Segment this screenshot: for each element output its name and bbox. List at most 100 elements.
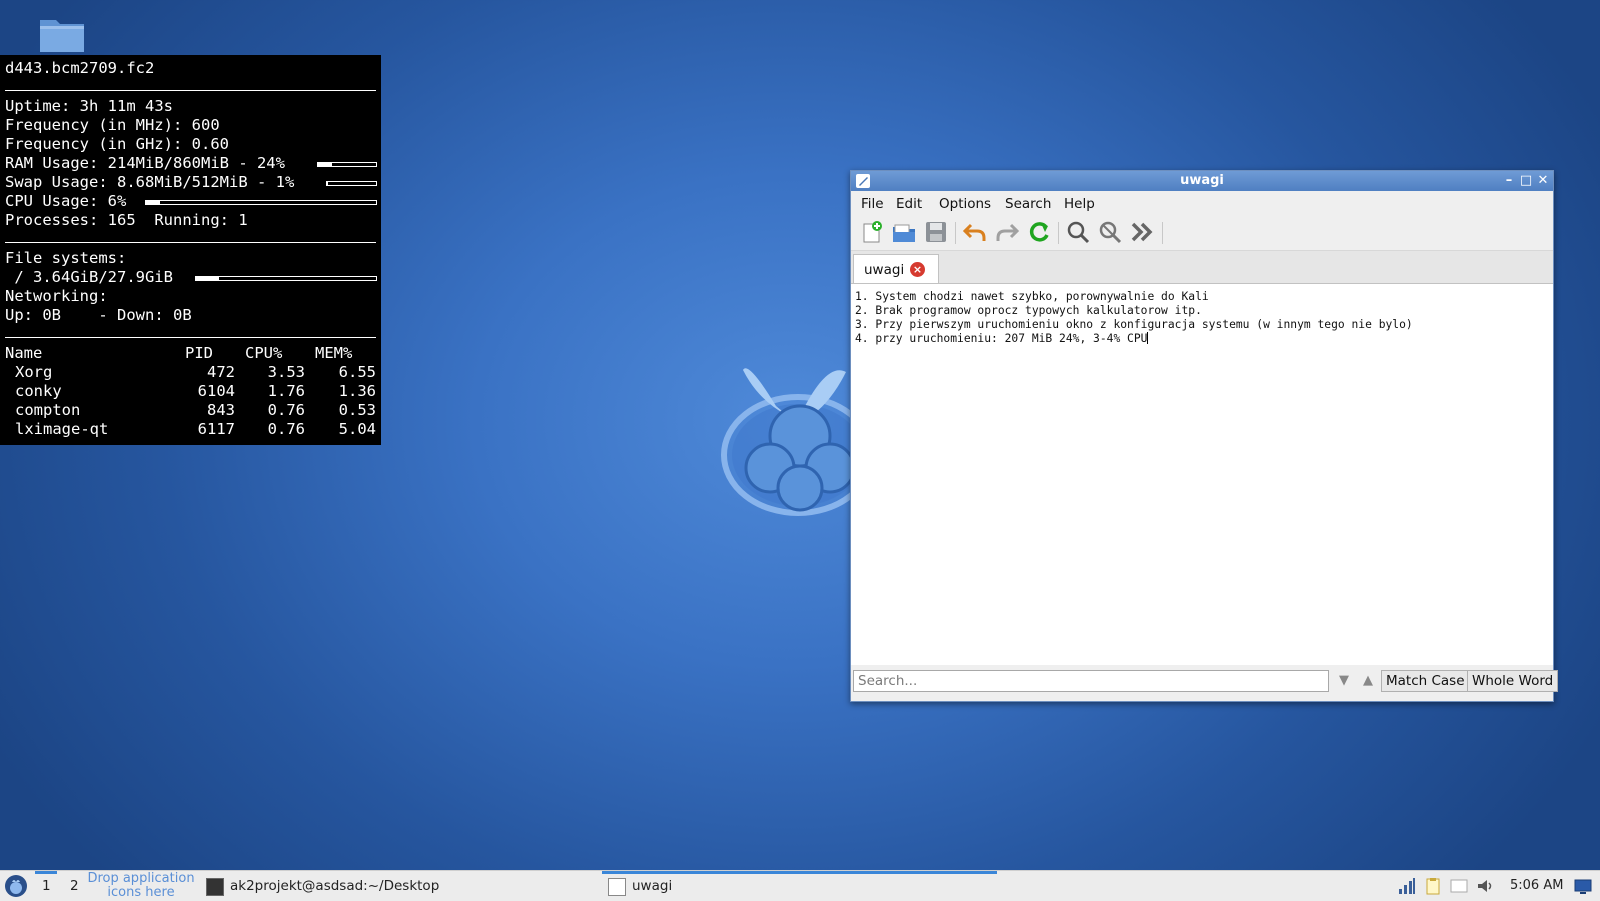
minimize-button[interactable]: –	[1501, 173, 1517, 189]
chevron-down-icon[interactable]: ▼	[1335, 673, 1353, 689]
find-icon[interactable]	[1065, 219, 1091, 245]
processes-row: Processes: 165 Running: 1	[5, 211, 248, 230]
text-line-row: 4. przy uruchomieniu: 207 MiB 24%, 3-4% …	[855, 332, 1148, 346]
menu-options[interactable]: Options	[939, 196, 991, 212]
net-row: Up: 0B - Down: 0B	[5, 306, 192, 325]
new-file-icon[interactable]	[859, 219, 885, 245]
task-uwagi[interactable]: uwagi	[602, 871, 997, 901]
ram-usage-fill	[318, 163, 332, 166]
process-mem: 0.53	[325, 401, 376, 420]
cpu-row: CPU Usage: 6%	[5, 192, 126, 211]
uptime-row: Uptime: 3h 11m 43s	[5, 97, 173, 116]
process-name: Xorg	[15, 363, 52, 382]
show-desktop-icon[interactable]	[1574, 877, 1592, 895]
process-mem: 5.04	[325, 420, 376, 439]
ram-row: RAM Usage: 214MiB/860MiB - 24%	[5, 154, 285, 173]
running-value: 1	[238, 211, 247, 229]
up-label: Up:	[5, 306, 33, 324]
up-value: 0B	[42, 306, 61, 324]
swap-label: Swap Usage:	[5, 173, 108, 191]
text-line: 4. przy uruchomieniu: 207 MiB 24%, 3-4% …	[855, 332, 1147, 345]
freq-ghz-value: 0.60	[192, 135, 229, 153]
process-name: lximage-qt	[15, 420, 108, 439]
process-cpu: 1.76	[255, 382, 305, 401]
conky-hostname: d443.bcm2709.fc2	[5, 59, 154, 78]
maximize-button[interactable]: □	[1518, 173, 1534, 189]
divider	[5, 242, 376, 243]
menu-search[interactable]: Search	[1005, 196, 1051, 212]
text-line: 3. Przy pierwszym uruchomieniu okno z ko…	[855, 318, 1413, 332]
match-case-button[interactable]: Match Case	[1381, 670, 1470, 692]
process-cpu: 0.76	[255, 401, 305, 420]
process-pid: 6104	[190, 382, 235, 401]
fs-label: File systems:	[5, 249, 126, 268]
network-icon[interactable]	[1398, 877, 1416, 895]
fs-root-value: / 3.64GiB/27.9GiB	[5, 268, 173, 287]
process-cpu: 3.53	[255, 363, 305, 382]
menu-help[interactable]: Help	[1064, 196, 1095, 212]
col-header-cpu: CPU%	[245, 344, 282, 363]
editor-window[interactable]: uwagi – □ ✕ File Edit Options Search Hel…	[850, 170, 1554, 702]
drop-hint-line1: Drop application	[86, 872, 196, 886]
swap-row: Swap Usage: 8.68MiB/512MiB - 1%	[5, 173, 294, 192]
jump-icon[interactable]	[1129, 219, 1155, 245]
menu-bar: File Edit Options Search Help	[851, 192, 1553, 214]
reload-icon[interactable]	[1026, 219, 1052, 245]
window-titlebar[interactable]: uwagi – □ ✕	[851, 171, 1553, 191]
search-input[interactable]: Search...	[853, 670, 1329, 692]
window-title: uwagi	[851, 173, 1553, 188]
process-cpu: 0.76	[255, 420, 305, 439]
menu-file[interactable]: File	[861, 196, 884, 212]
down-value: 0B	[173, 306, 192, 324]
folder-icon[interactable]	[38, 14, 86, 54]
ram-label: RAM Usage:	[5, 154, 98, 172]
text-cursor	[1147, 332, 1148, 344]
processes-value: 165	[108, 211, 136, 229]
clear-find-icon[interactable]	[1097, 219, 1123, 245]
quicklaunch-drop-hint: Drop application icons here	[86, 872, 196, 900]
swap-usage-bar	[326, 181, 377, 186]
process-mem: 6.55	[325, 363, 376, 382]
close-tab-icon[interactable]: ×	[910, 262, 925, 277]
workspace-2[interactable]: 2	[70, 878, 79, 894]
tab-bar: uwagi ×	[851, 251, 1553, 283]
search-bar: Search... ▼ ▲ Match Case Whole Word	[851, 665, 1553, 699]
cpu-usage-fill	[146, 201, 160, 204]
workspace-1[interactable]: 1	[42, 878, 51, 894]
fs-root-bar	[195, 276, 377, 281]
undo-icon[interactable]	[962, 219, 988, 245]
process-pid: 472	[190, 363, 235, 382]
app-menu-button[interactable]	[5, 875, 27, 897]
volume-icon[interactable]	[1476, 877, 1494, 895]
whole-word-button[interactable]: Whole Word	[1467, 670, 1558, 692]
save-icon[interactable]	[923, 219, 949, 245]
process-pid: 843	[190, 401, 235, 420]
menu-edit[interactable]: Edit	[896, 196, 922, 212]
task-terminal[interactable]: ak2projekt@asdsad:~/Desktop	[200, 871, 595, 901]
swap-value: 8.68MiB/512MiB - 1%	[117, 173, 294, 191]
process-name: compton	[15, 401, 80, 420]
process-pid: 6117	[190, 420, 235, 439]
freq-ghz-label: Frequency (in GHz):	[5, 135, 182, 153]
cpu-value: 6%	[108, 192, 127, 210]
col-header-pid: PID	[185, 344, 213, 363]
open-file-icon[interactable]	[891, 219, 917, 245]
col-header-mem: MEM%	[315, 344, 352, 363]
toolbar-separator	[955, 222, 956, 244]
down-label: - Down:	[98, 306, 163, 324]
divider	[5, 90, 376, 91]
clipboard-icon[interactable]	[1424, 877, 1442, 895]
uptime-label: Uptime:	[5, 97, 70, 115]
text-editor-area[interactable]: 1. System chodzi nawet szybko, porownywa…	[851, 283, 1553, 666]
col-header-name: Name	[5, 344, 42, 363]
tab-uwagi[interactable]: uwagi ×	[853, 254, 939, 284]
drop-hint-line2: icons here	[86, 886, 196, 900]
redo-icon[interactable]	[994, 219, 1020, 245]
close-button[interactable]: ✕	[1535, 173, 1551, 189]
ram-usage-bar	[317, 162, 377, 167]
chevron-up-icon[interactable]: ▲	[1359, 673, 1377, 689]
cpu-label: CPU Usage:	[5, 192, 98, 210]
cpu-usage-bar	[145, 200, 377, 205]
battery-icon[interactable]	[1450, 877, 1468, 895]
workspace-indicator	[35, 871, 57, 874]
